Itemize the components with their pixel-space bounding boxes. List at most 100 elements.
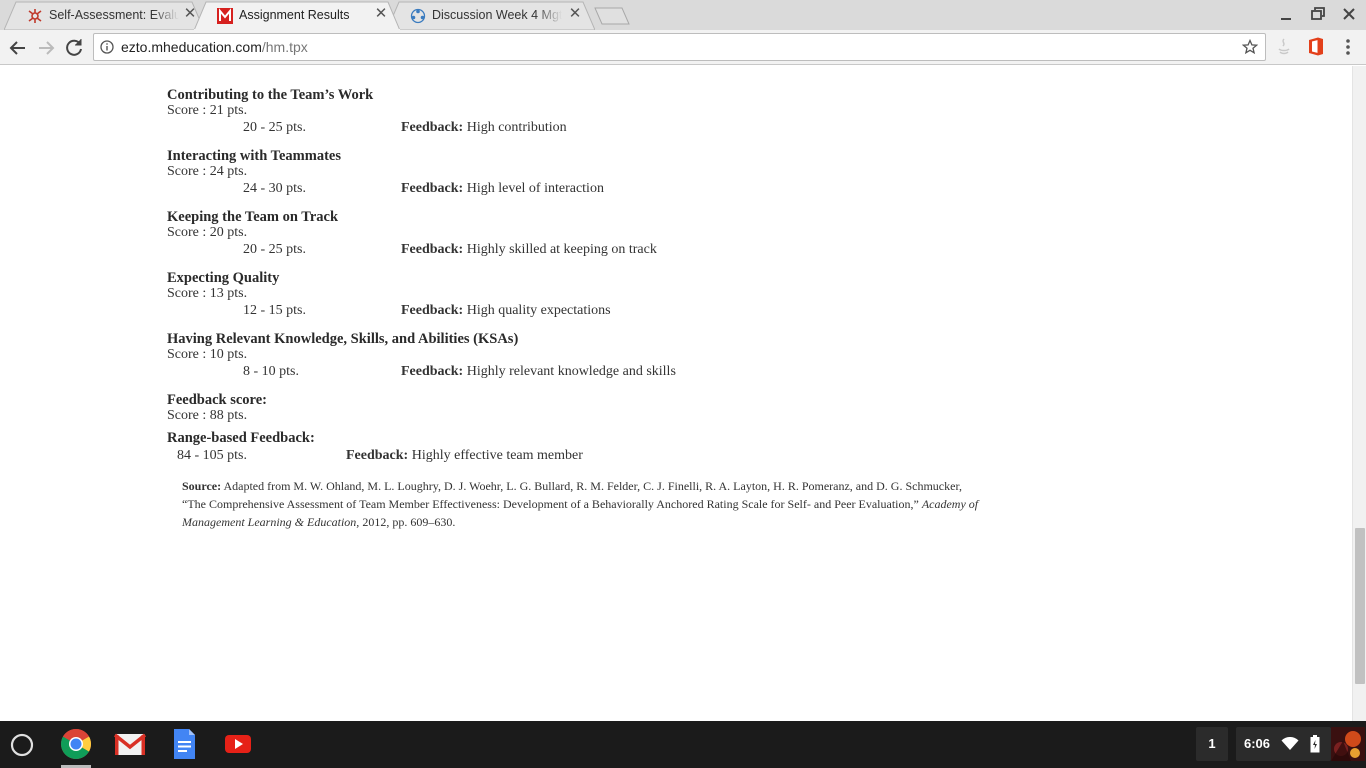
avatar[interactable] [1331,727,1365,761]
section-title: Range-based Feedback: [167,430,315,446]
feedback-text: Feedback: High contribution [401,119,567,137]
section-interacting: Interacting with Teammates Score : 24 pt… [167,148,604,198]
close-window-icon[interactable] [1338,4,1360,24]
source-block: Source: Adapted from M. W. Ohland, M. L.… [167,477,978,537]
os-shelf: 1 6:06 [0,721,1366,768]
info-icon[interactable] [100,40,114,54]
scrollbar-thumb[interactable] [1355,528,1365,684]
feedback-value: Highly skilled at keeping on track [466,242,657,257]
feedback-value: Highly effective team member [411,448,583,463]
feedback-text: Feedback: Highly effective team member [346,447,583,465]
battery-icon [1310,735,1320,753]
tab-self-assessment[interactable]: Self-Assessment: Evaluating Your Team ✕ [4,1,204,30]
tab-title: Discussion Week 4 Mgt 32 [432,8,562,22]
tab-discussion-week-4[interactable]: Discussion Week 4 Mgt 32 ✕ [387,1,595,30]
section-feedback-row: 8 - 10 pts. Feedback: Highly relevant kn… [167,363,676,381]
system-status-area[interactable]: 6:06 [1236,727,1331,761]
notification-count[interactable]: 1 [1196,727,1228,761]
blackboard-icon [410,8,426,24]
section-score: Score : 10 pts. [167,347,248,362]
tab-title: Assignment Results [239,8,350,22]
launcher-icon[interactable] [7,730,37,760]
bookmark-star-icon[interactable] [1242,39,1258,55]
assignment-results-content: Contributing to the Team’s Work Score : … [167,87,978,537]
close-tab-icon[interactable]: ✕ [373,6,389,22]
section-score: Score : 13 pts. [167,286,248,301]
section-title: Having Relevant Knowledge, Skills, and A… [167,331,519,347]
wifi-icon [1281,737,1299,750]
section-score: Score : 21 pts. [167,103,248,118]
restore-icon[interactable] [1307,4,1329,24]
score-range: 84 - 105 pts. [177,448,247,463]
score-range: 20 - 25 pts. [243,120,306,135]
tab-assignment-results[interactable]: Assignment Results ✕ [194,1,400,30]
youtube-icon[interactable] [221,727,255,761]
feedback-value: High level of interaction [466,181,604,196]
close-tab-icon[interactable]: ✕ [567,6,583,22]
section-feedback-row: 20 - 25 pts. Feedback: Highly skilled at… [167,241,657,259]
java-extension-icon[interactable] [1276,38,1292,56]
browser-menu-icon[interactable] [1341,38,1355,56]
page-scrollbar[interactable] [1352,66,1366,721]
tab-title: Self-Assessment: Evaluating Your Team [49,8,179,22]
mcgraw-hill-m-icon [217,8,233,24]
source-label: Source: [182,479,222,493]
feedback-value: Highly relevant knowledge and skills [466,364,676,379]
url-domain: ezto.mheducation.com [121,39,262,55]
page-viewport: Contributing to the Team’s Work Score : … [0,66,1352,721]
section-expecting-quality: Expecting Quality Score : 13 pts. 12 - 1… [167,270,611,320]
section-range-feedback: Range-based Feedback: 84 - 105 pts. Feed… [167,430,583,465]
feedback-text: Feedback: High level of interaction [401,180,604,198]
feedback-label: Feedback: [401,120,464,135]
total-score: Score : 88 pts. [167,408,248,423]
score-range: 20 - 25 pts. [243,242,306,257]
feedback-label: Feedback: [346,448,409,463]
source-text: Adapted from M. W. Ohland, M. L. Loughry… [182,479,962,511]
section-feedback-score: Feedback score: Score : 88 pts. [167,392,518,424]
feedback-label: Feedback: [401,181,464,196]
section-feedback-row: 84 - 105 pts. Feedback: Highly effective… [167,447,583,465]
feedback-text: Feedback: Highly relevant knowledge and … [401,363,676,381]
source-tail: 2012, pp. 609–630. [362,515,456,529]
section-title: Feedback score: [167,392,267,408]
score-range: 24 - 30 pts. [243,181,306,196]
section-title: Expecting Quality [167,270,280,286]
address-bar[interactable]: ezto.mheducation.com/hm.tpx [93,33,1266,61]
section-contributing: Contributing to the Team’s Work Score : … [167,87,567,137]
score-range: 12 - 15 pts. [243,303,306,318]
section-title: Interacting with Teammates [167,148,341,164]
url-text[interactable]: ezto.mheducation.com/hm.tpx [121,39,308,55]
score-range: 8 - 10 pts. [243,364,299,379]
feedback-label: Feedback: [401,303,464,318]
source-citation: Source: Adapted from M. W. Ohland, M. L.… [182,477,982,531]
section-feedback-row: 12 - 15 pts. Feedback: High quality expe… [167,302,611,320]
browser-toolbar: ezto.mheducation.com/hm.tpx [0,30,1366,65]
feedback-text: Feedback: Highly skilled at keeping on t… [401,241,657,259]
section-title: Keeping the Team on Track [167,209,339,225]
section-ksas: Having Relevant Knowledge, Skills, and A… [167,331,676,381]
forward-arrow-icon[interactable] [34,36,58,60]
section-score: Score : 24 pts. [167,164,248,179]
minimize-icon[interactable] [1275,4,1297,24]
section-keeping-on-track: Keeping the Team on Track Score : 20 pts… [167,209,657,259]
office-extension-icon[interactable] [1307,37,1325,56]
feedback-label: Feedback: [401,242,464,257]
feedback-value: High contribution [466,120,567,135]
chrome-icon[interactable] [59,727,93,761]
section-feedback-row: 20 - 25 pts. Feedback: High contribution [167,119,567,137]
new-tab-button[interactable] [594,7,630,25]
section-feedback-row: 24 - 30 pts. Feedback: High level of int… [167,180,604,198]
gmail-icon[interactable] [113,727,147,761]
reload-icon[interactable] [62,36,86,60]
tab-strip: Self-Assessment: Evaluating Your Team ✕ … [0,0,1366,30]
google-docs-icon[interactable] [167,727,201,761]
feedback-value: High quality expectations [466,303,611,318]
feedback-label: Feedback: [401,364,464,379]
back-arrow-icon[interactable] [6,36,30,60]
feedback-text: Feedback: High quality expectations [401,302,611,320]
section-score: Score : 20 pts. [167,225,248,240]
section-title: Contributing to the Team’s Work [167,87,374,103]
clock: 6:06 [1244,736,1271,751]
mcgraw-hill-connect-icon [28,9,42,23]
url-path: /hm.tpx [261,39,308,55]
